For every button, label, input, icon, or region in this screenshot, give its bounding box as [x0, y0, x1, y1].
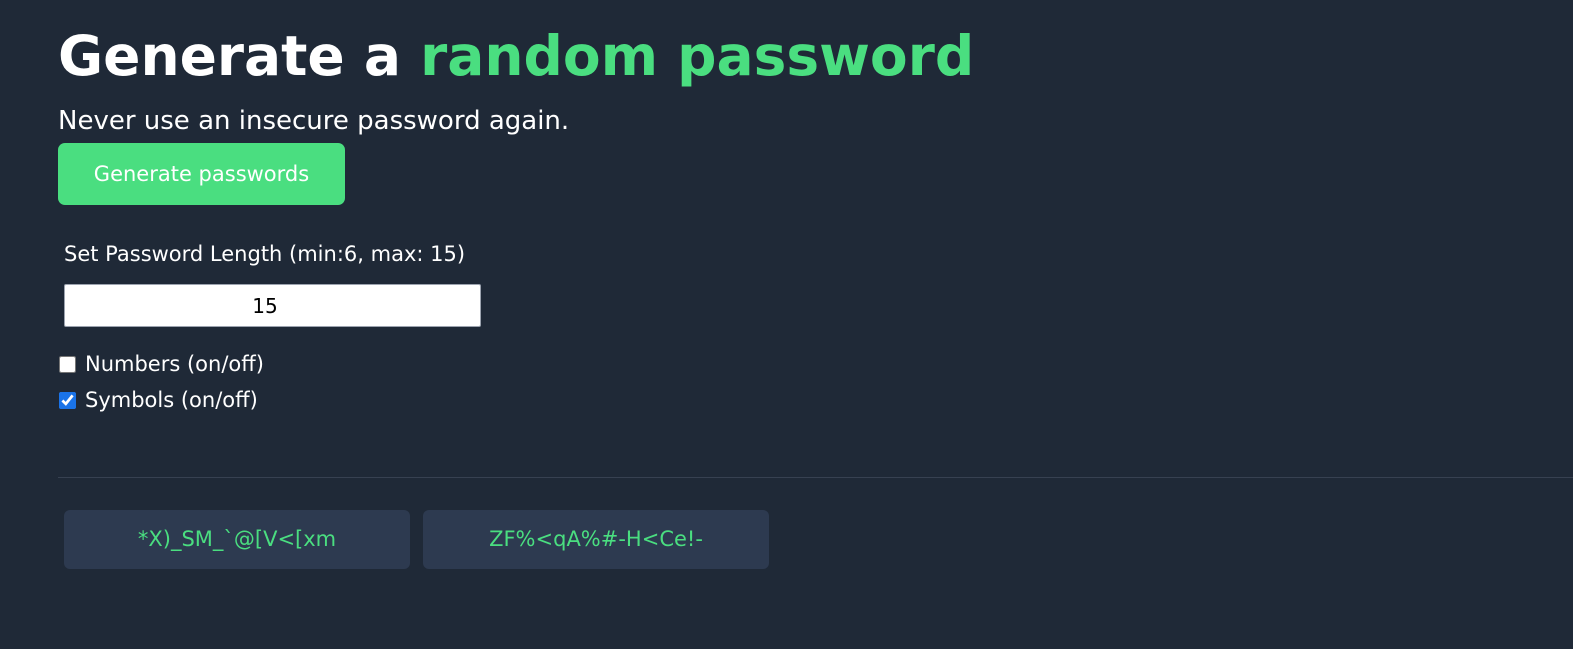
password-length-label: Set Password Length (min:6, max: 15) [64, 242, 466, 266]
page-subtitle: Never use an insecure password again. [58, 106, 570, 136]
symbols-label[interactable]: Symbols (on/off) [85, 386, 258, 414]
page-title-accent: random password [420, 24, 975, 88]
password-length-input[interactable] [64, 284, 481, 327]
numbers-option: Numbers (on/off) [58, 350, 264, 378]
password-output-2[interactable]: ZF%<qA%#-H<Ce!- [423, 510, 769, 569]
numbers-checkbox[interactable] [59, 355, 76, 373]
page-title: Generate a random password [58, 22, 974, 90]
symbols-checkbox[interactable] [59, 391, 76, 409]
password-generator-page: Generate a random password Never use an … [0, 0, 1573, 649]
numbers-label[interactable]: Numbers (on/off) [85, 350, 264, 378]
password-output-1[interactable]: *X)_SM_`@[V<[xm [64, 510, 410, 569]
page-title-prefix: Generate a [58, 24, 421, 88]
generate-passwords-button[interactable]: Generate passwords [58, 143, 345, 205]
symbols-option: Symbols (on/off) [58, 386, 258, 414]
section-divider [58, 477, 1573, 478]
